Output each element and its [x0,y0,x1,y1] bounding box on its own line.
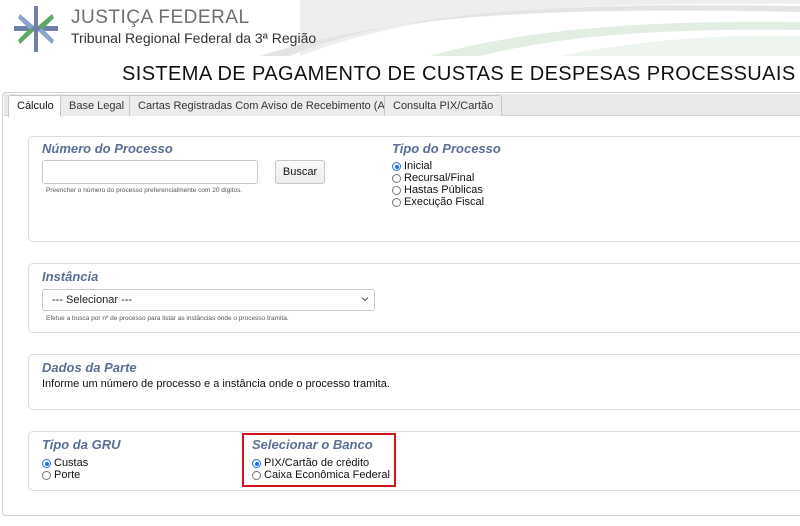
justica-federal-logo [14,6,58,52]
org-title: JUSTIÇA FEDERAL [71,7,250,28]
tab-calculo[interactable]: Cálculo [8,95,63,117]
banco-legend: Selecionar o Banco [252,437,373,452]
radio-porte[interactable] [42,471,51,480]
radio-caixa[interactable] [252,471,261,480]
banco-option-label: Caixa Econômica Federal [264,469,390,481]
instancia-select[interactable]: --- Selecionar --- [42,289,375,311]
radio-custas[interactable] [42,459,51,468]
tipo-processo-option-label: Hastas Públicas [404,184,483,196]
radio-recursal[interactable] [392,174,401,183]
tipo-processo-option-label: Inicial [404,160,433,172]
numero-processo-legend: Número do Processo [42,141,173,156]
radio-inicial[interactable] [392,162,401,171]
radio-pix-cartao[interactable] [252,459,261,468]
banco-option-label: PIX/Cartão de crédito [264,457,370,469]
radio-execucao[interactable] [392,198,401,207]
page-title: SISTEMA DE PAGAMENTO DE CUSTAS E DESPESA… [122,63,796,85]
tipo-processo-option-label: Recursal/Final [404,172,475,184]
numero-processo-input[interactable] [42,160,258,184]
tipo-gru-option-label: Custas [54,457,89,469]
tipo-gru-legend: Tipo da GRU [42,437,121,452]
dados-parte-message: Informe um número de processo e a instân… [42,378,390,390]
buscar-button[interactable]: Buscar [275,160,325,184]
radio-hastas[interactable] [392,186,401,195]
tab-cartas-registradas[interactable]: Cartas Registradas Com Aviso de Recebime… [129,95,406,116]
tab-consulta-pix-cartao[interactable]: Consulta PIX/Cartão [384,95,503,116]
tab-base-legal[interactable]: Base Legal [60,95,134,116]
tipo-processo-option-label: Execução Fiscal [404,196,485,208]
site-header: JUSTIÇA FEDERAL Tribunal Regional Federa… [0,0,800,56]
tipo-processo-legend: Tipo do Processo [392,141,501,156]
chevron-down-icon [361,297,369,302]
numero-processo-hint: Preencher o número do processo preferenc… [46,187,243,194]
dados-parte-legend: Dados da Parte [42,360,137,375]
org-subtitle: Tribunal Regional Federal da 3ª Região [71,30,317,46]
gru-banco-panel [28,431,800,491]
instancia-selected-value: --- Selecionar --- [52,294,133,306]
tipo-gru-option-label: Porte [54,469,81,481]
instancia-legend: Instância [42,269,99,284]
instancia-hint: Efetue a busca por nº de processo para l… [46,315,289,322]
